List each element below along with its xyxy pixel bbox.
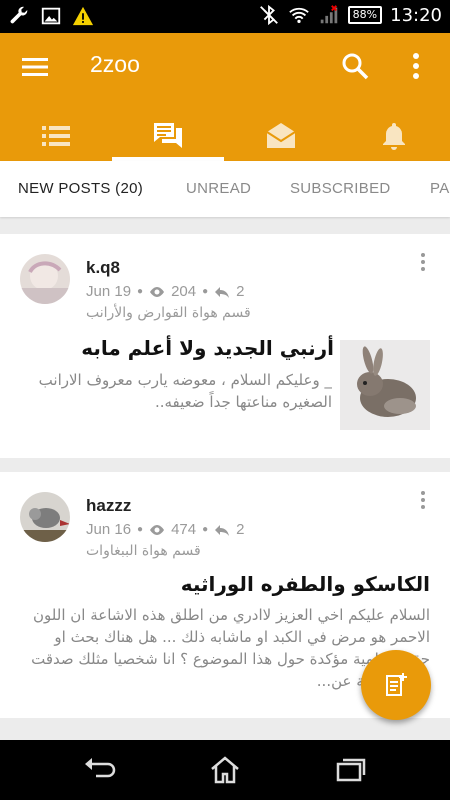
recents-icon[interactable] xyxy=(333,755,369,785)
app-bar: 2zoo xyxy=(0,33,450,161)
forum-icon xyxy=(154,123,182,148)
bell-icon xyxy=(383,123,405,150)
tab-new-posts[interactable]: NEW POSTS (20) xyxy=(18,180,143,197)
post-date: Jun 19 xyxy=(86,283,132,300)
clock: 13:20 xyxy=(390,4,442,26)
tab-messages[interactable] xyxy=(225,111,337,161)
forum-name[interactable]: قسم هواة القوارض والأرانب xyxy=(86,305,251,321)
more-options-icon[interactable] xyxy=(418,490,428,510)
back-icon[interactable] xyxy=(82,755,118,785)
rabbit-image xyxy=(340,340,430,430)
post-date: Jun 16 xyxy=(86,521,132,538)
post-excerpt: _ وعليكم السلام ، معوضه يارب معروف الارا… xyxy=(38,371,332,411)
home-icon[interactable] xyxy=(207,755,243,785)
post-title[interactable]: أرنبي الجديد ولا أعلم مابه xyxy=(81,336,334,360)
menu-icon[interactable] xyxy=(20,53,50,81)
post-meta: Jun 16 ● 474 ● 2 xyxy=(86,521,245,538)
new-post-button[interactable] xyxy=(361,650,431,720)
search-icon[interactable] xyxy=(340,51,370,81)
compose-icon xyxy=(386,673,407,696)
wifi-icon xyxy=(288,7,309,24)
reply-icon xyxy=(215,524,230,536)
post-card[interactable]: k.q8 Jun 19 ● 204 ● 2 قسم هواة القوارض و… xyxy=(0,234,450,458)
tab-notifications[interactable] xyxy=(338,111,450,161)
eye-icon xyxy=(150,286,165,297)
app-title: 2zoo xyxy=(90,51,140,77)
tab-unread[interactable]: UNREAD xyxy=(186,180,251,197)
view-count: 474 xyxy=(171,521,197,538)
status-bar: 88% 13:20 xyxy=(0,0,450,33)
overflow-menu-icon[interactable] xyxy=(406,51,426,81)
separator-dot: ● xyxy=(202,524,209,535)
separator-dot: ● xyxy=(202,286,209,297)
post-meta: Jun 19 ● 204 ● 2 xyxy=(86,283,245,300)
view-count: 204 xyxy=(171,283,197,300)
battery-indicator: 88% xyxy=(347,6,383,24)
more-options-icon[interactable] xyxy=(418,252,428,272)
forum-name[interactable]: قسم هواة الببغاوات xyxy=(86,543,201,559)
eye-icon xyxy=(150,524,165,535)
username[interactable]: hazzz xyxy=(86,496,131,516)
tab-subscribed[interactable]: SUBSCRIBED xyxy=(290,180,391,197)
post-filter-tabs: NEW POSTS (20) UNREAD SUBSCRIBED PA xyxy=(0,161,450,217)
reply-count: 2 xyxy=(236,283,245,300)
bluetooth-off-icon xyxy=(259,4,278,26)
screen: 88% 13:20 2zoo NEW POSTS (20) UNREAD SUB… xyxy=(0,0,450,800)
warning-icon xyxy=(72,6,94,26)
reply-icon xyxy=(215,286,230,298)
reply-count: 2 xyxy=(236,521,245,538)
tab-partial[interactable]: PA xyxy=(430,180,450,197)
system-nav-bar xyxy=(0,740,450,800)
avatar[interactable] xyxy=(20,254,70,304)
user-avatar-image xyxy=(20,254,70,304)
post-thumbnail[interactable] xyxy=(340,340,430,430)
username[interactable]: k.q8 xyxy=(86,258,120,278)
tab-list[interactable] xyxy=(0,111,112,161)
separator-dot: ● xyxy=(137,524,144,535)
tab-forums[interactable] xyxy=(112,111,224,161)
post-title[interactable]: الكاسكو والطفره الوراثيه xyxy=(181,572,430,596)
user-avatar-image xyxy=(20,492,70,542)
image-icon xyxy=(41,7,61,25)
icon-tabs xyxy=(0,111,450,161)
signal-icon xyxy=(320,5,337,24)
mail-icon xyxy=(266,123,296,148)
separator-dot: ● xyxy=(137,286,144,297)
list-icon xyxy=(42,126,70,146)
wrench-icon xyxy=(10,6,28,24)
avatar[interactable] xyxy=(20,492,70,542)
